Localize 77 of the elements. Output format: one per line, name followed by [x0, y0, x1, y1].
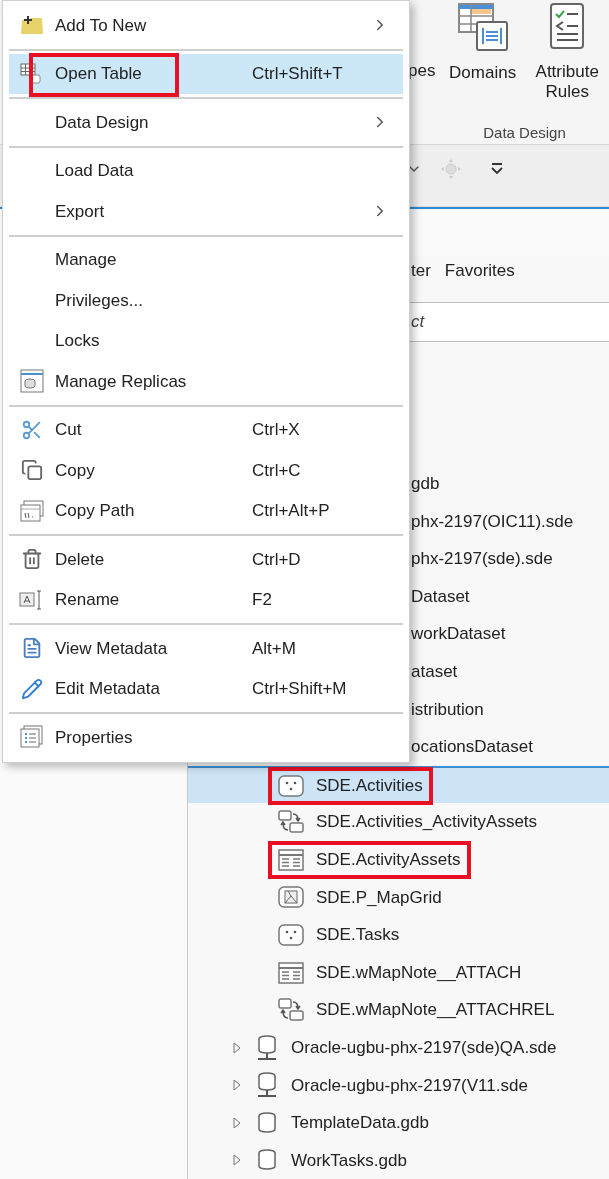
tree-item-text: Dataset	[411, 585, 470, 608]
tree-item-text: istribution	[411, 698, 484, 721]
tree-item[interactable]: SDE.ActivityAssets	[188, 840, 609, 879]
table-icon	[278, 961, 304, 984]
tree-item-label: SDE.P_MapGrid	[316, 886, 442, 909]
tree-item[interactable]: SDE.P_MapGrid	[188, 878, 609, 917]
document-icon	[21, 637, 43, 660]
copy-icon	[21, 459, 43, 482]
relationship-icon	[278, 998, 304, 1023]
tree-item-label: SDE.wMapNote__ATTACH	[316, 961, 522, 984]
database-server-icon	[255, 1072, 279, 1099]
group-label: Data Design	[483, 122, 566, 143]
tree-item[interactable]: TemplateData.gdb	[188, 1104, 609, 1142]
shortcut-text: Ctrl+C	[252, 459, 301, 482]
menu-item[interactable]: Export	[9, 191, 403, 232]
tree-item-text: workDataset	[411, 623, 506, 646]
tree-item[interactable]: SDE.Activities_ActivityAssets	[188, 803, 609, 841]
menu-item[interactable]: Add To New	[9, 5, 403, 46]
pane-tab[interactable]: Favorites	[444, 258, 515, 284]
menu-item[interactable]: Locks	[9, 320, 403, 361]
tree-item[interactable]: WorkTasks.gdb	[188, 1141, 609, 1179]
menu-item[interactable]: Copy Ctrl+C	[9, 450, 403, 491]
menu-item[interactable]: Rename F2	[9, 579, 403, 620]
shortcut-text: Ctrl+Shift+M	[252, 678, 347, 700]
shortcut-text: Ctrl+Alt+P	[252, 500, 330, 522]
tree-item-text: ataset	[411, 661, 458, 683]
tree-item-text: gdb	[411, 473, 440, 496]
table-icon	[278, 848, 304, 871]
shortcut-text: F2	[252, 589, 272, 611]
menu-item[interactable]: Manage Replicas	[9, 361, 403, 402]
menu-item[interactable]: Cut Ctrl+X	[9, 409, 403, 450]
menu-item[interactable]: Data Design	[9, 102, 403, 143]
relationship-icon	[278, 810, 304, 835]
database-icon	[255, 1148, 279, 1173]
shortcut-text: Alt+M	[252, 637, 296, 660]
shortcut-text: Ctrl+Shift+T	[252, 63, 343, 85]
folder-plus-icon	[20, 14, 44, 37]
shortcut-text: Ctrl+X	[252, 419, 300, 441]
point-layer-icon	[278, 774, 304, 797]
overflow-icon[interactable]	[490, 161, 504, 176]
tree-item[interactable]: Oracle-ugbu-phx-2197(sde)QA.sde	[188, 1028, 609, 1067]
tree-item-label: SDE.wMapNote__ATTACHREL	[316, 999, 555, 1022]
menu-item[interactable]: Delete Ctrl+D	[9, 539, 403, 580]
table-icon	[20, 62, 44, 85]
tree-item-label: SDE.ActivityAssets	[316, 849, 461, 871]
ribbon-button[interactable]: Domains	[441, 2, 524, 84]
tree-item[interactable]: Oracle-ugbu-phx-2197(V11.sde	[188, 1066, 609, 1105]
shortcut-text: Ctrl+D	[252, 548, 301, 571]
tree-item-label: SDE.Tasks	[316, 924, 400, 947]
menu-item[interactable]: Edit Metadata Ctrl+Shift+M	[9, 668, 403, 709]
database-window-icon	[20, 369, 44, 394]
tree-item-text: phx-2197(OIC11).sde	[411, 510, 574, 533]
pane-tab[interactable]: ter	[411, 258, 431, 284]
menu-item[interactable]: Privileges...	[9, 280, 403, 321]
menu-item[interactable]: Manage	[9, 239, 403, 280]
tree-item[interactable]: SDE.wMapNote__ATTACHREL	[188, 991, 609, 1029]
ribbon-button[interactable]: Attribute Rules	[525, 2, 609, 102]
polygon-layer-icon	[278, 886, 304, 909]
menu-item[interactable]: Properties	[9, 717, 403, 758]
tree-item-text: ocationsDataset	[411, 736, 533, 759]
menu-item[interactable]: Open Table Ctrl+Shift+T	[9, 53, 403, 94]
tree-item-label: SDE.Activities	[316, 774, 423, 797]
trash-icon	[21, 548, 43, 571]
database-icon	[255, 1110, 279, 1135]
database-server-icon	[255, 1034, 279, 1061]
tree-item[interactable]: SDE.Activities	[188, 765, 609, 804]
menu-item[interactable]: View Metadata Alt+M	[9, 628, 403, 669]
pencil-icon	[21, 677, 43, 700]
scissors-icon	[21, 418, 43, 441]
point-layer-icon	[278, 923, 304, 946]
tree-item[interactable]: SDE.Tasks	[188, 916, 609, 954]
window-icon	[20, 499, 44, 522]
tree-item-label: SDE.Activities_ActivityAssets	[316, 811, 538, 834]
tree-item-text: phx-2197(sde).sde	[411, 548, 553, 571]
tree-item[interactable]: SDE.wMapNote__ATTACH	[188, 953, 609, 992]
menu-item[interactable]: Copy Path Ctrl+Alt+P	[9, 490, 403, 531]
list-icon	[20, 725, 44, 750]
